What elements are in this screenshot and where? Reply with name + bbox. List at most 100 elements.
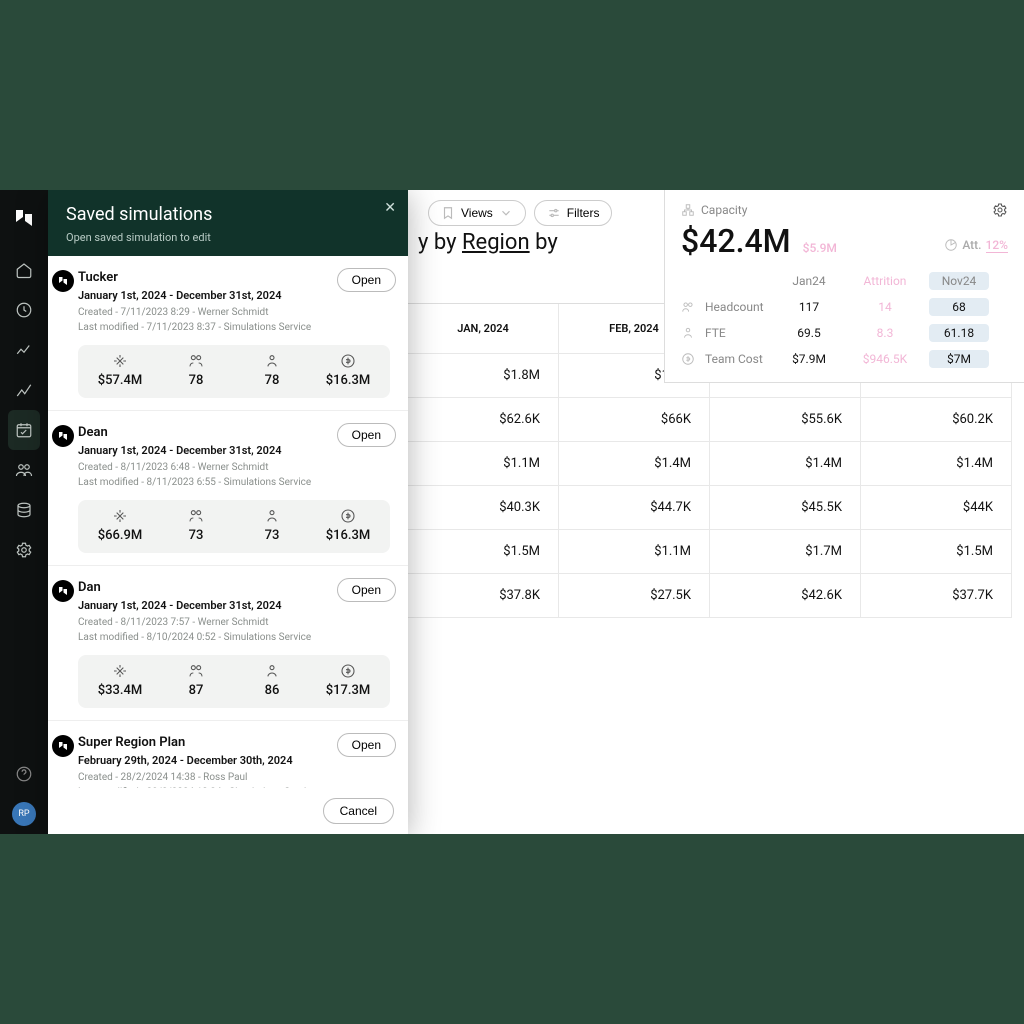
open-button[interactable]: Open: [337, 733, 396, 757]
row-fte-jan: 69.5: [777, 326, 841, 340]
simulation-stat: $16.3M: [310, 353, 386, 388]
close-icon[interactable]: ✕: [384, 200, 396, 216]
simulation-list: OpenTuckerJanuary 1st, 2024 - December 3…: [48, 256, 408, 788]
nav-analytics[interactable]: [8, 330, 40, 370]
fte-icon: [681, 326, 695, 340]
col-nov: Nov24: [929, 272, 989, 290]
user-avatar[interactable]: RP: [12, 802, 36, 826]
simulation-badge-icon: [52, 735, 74, 757]
simulation-stat: $57.4M: [82, 353, 158, 388]
filters-button[interactable]: Filters: [534, 200, 613, 226]
row-fte-label: FTE: [705, 326, 773, 340]
logo-icon: [12, 206, 36, 230]
col-jan: Jan24: [777, 274, 841, 288]
summary-headline-sub: $5.9M: [803, 241, 837, 255]
open-button[interactable]: Open: [337, 268, 396, 292]
grid-cell: $1.1M: [408, 442, 559, 486]
row-fte-nov: 61.18: [929, 324, 989, 342]
col-attrition: Attrition: [845, 274, 925, 288]
breadcrumb-region[interactable]: Region: [462, 230, 530, 255]
simulation-created: Created - 7/11/2023 8:29 - Werner Schmid…: [78, 305, 390, 320]
simulation-stats: $57.4M7878$16.3M: [78, 345, 390, 398]
bookmark-icon: [441, 206, 455, 220]
grid-cell: $1.4M: [559, 442, 710, 486]
simulation-stat: $33.4M: [82, 663, 158, 698]
open-button[interactable]: Open: [337, 423, 396, 447]
grid-cell: $44.7K: [559, 486, 710, 530]
simulation-stat: 73: [158, 508, 234, 543]
summary-headline-value: $42.4M: [681, 222, 791, 260]
grid-cell: $1.7M: [710, 530, 861, 574]
nav-help[interactable]: [12, 762, 36, 786]
modal-header: Saved simulations Open saved simulation …: [48, 190, 408, 256]
simulation-created: Created - 8/11/2023 7:57 - Werner Schmid…: [78, 615, 390, 630]
nav-home[interactable]: [8, 250, 40, 290]
row-headcount-nov: 68: [929, 298, 989, 316]
grid-cell: $40.3K: [408, 486, 559, 530]
stat-icon: [82, 663, 158, 679]
grid-cell: $37.8K: [408, 574, 559, 618]
simulation-modified: Last modified - 8/10/2024 0:52 - Simulat…: [78, 630, 390, 645]
grid-cell: $1.4M: [861, 442, 1012, 486]
simulation-badge-icon: [52, 580, 74, 602]
nav-chart[interactable]: [8, 370, 40, 410]
simulation-stat: $17.3M: [310, 663, 386, 698]
row-cost-jan: $7.9M: [777, 352, 841, 366]
views-button[interactable]: Views: [428, 200, 526, 226]
breadcrumb-suffix: by: [535, 230, 558, 255]
stat-icon: [310, 663, 386, 679]
grid-cell: $44K: [861, 486, 1012, 530]
grid-cell: $37.7K: [861, 574, 1012, 618]
simulation-stat: 87: [158, 663, 234, 698]
nav-people[interactable]: [8, 450, 40, 490]
nav-clock[interactable]: [8, 290, 40, 330]
sliders-icon: [547, 206, 561, 220]
grid-cell: $1.1M: [559, 530, 710, 574]
open-button[interactable]: Open: [337, 578, 396, 602]
grid-cell: $1.8M: [408, 354, 559, 398]
simulation-modified: Last modified - 29/2/2024 10:34 - Simula…: [78, 785, 390, 788]
grid-cell: $66K: [559, 398, 710, 442]
grid-cell: $1.5M: [861, 530, 1012, 574]
simulation-stats: $33.4M8786$17.3M: [78, 655, 390, 708]
app-frame: RP Views Filters y by Region by: [0, 190, 1024, 834]
nav-database[interactable]: [8, 490, 40, 530]
nav-calendar[interactable]: [8, 410, 40, 450]
simulation-modified: Last modified - 8/11/2023 6:55 - Simulat…: [78, 475, 390, 490]
simulation-item: OpenTuckerJanuary 1st, 2024 - December 3…: [48, 256, 408, 411]
att-label: Att.: [962, 238, 981, 252]
capacity-label: Capacity: [701, 203, 747, 217]
grid-cell: $1.5M: [408, 530, 559, 574]
simulation-created: Created - 8/11/2023 6:48 - Werner Schmid…: [78, 460, 390, 475]
simulation-badge-icon: [52, 270, 74, 292]
org-icon: [681, 203, 695, 217]
stat-icon: [82, 508, 158, 524]
grid-cell: $45.5K: [710, 486, 861, 530]
simulation-stat: $66.9M: [82, 508, 158, 543]
simulation-stat: 86: [234, 663, 310, 698]
simulation-item: OpenDanJanuary 1st, 2024 - December 31st…: [48, 566, 408, 721]
stat-icon: [234, 663, 310, 679]
nav-settings[interactable]: [8, 530, 40, 570]
chevron-down-icon: [499, 206, 513, 220]
simulation-stat: 73: [234, 508, 310, 543]
modal-title: Saved simulations: [66, 204, 390, 225]
row-headcount-label: Headcount: [705, 300, 773, 314]
stat-icon: [234, 508, 310, 524]
cancel-button[interactable]: Cancel: [323, 798, 394, 824]
breadcrumb-prefix: y by: [418, 230, 457, 255]
grid-col-header: JAN, 2024: [408, 304, 559, 354]
row-fte-attr: 8.3: [845, 326, 925, 340]
nav-rail: RP: [0, 190, 48, 834]
grid-cell: $62.6K: [408, 398, 559, 442]
gear-icon[interactable]: [992, 202, 1008, 218]
grid-cell: $27.5K: [559, 574, 710, 618]
filters-label: Filters: [567, 206, 600, 220]
saved-simulations-modal: Saved simulations Open saved simulation …: [48, 190, 408, 834]
stat-icon: [158, 508, 234, 524]
stat-icon: [158, 663, 234, 679]
grid-cell: $55.6K: [710, 398, 861, 442]
row-cost-attr: $946.5K: [845, 352, 925, 366]
simulation-item: OpenDeanJanuary 1st, 2024 - December 31s…: [48, 411, 408, 566]
cost-icon: [681, 352, 695, 366]
